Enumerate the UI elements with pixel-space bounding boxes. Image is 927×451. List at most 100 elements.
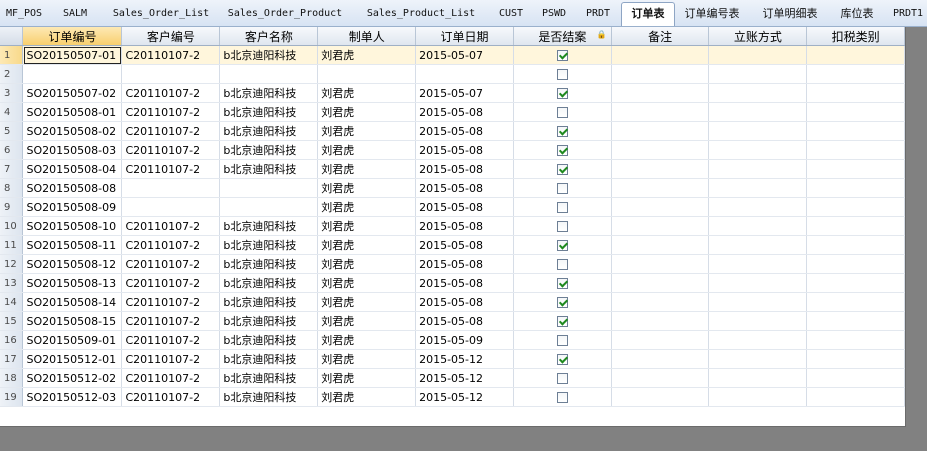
account-method-cell[interactable]	[708, 330, 808, 350]
table-row[interactable]: 8 SO20150508-08 刘君虎 2015-05-08	[0, 178, 905, 198]
order-date-cell[interactable]: 2015-05-09	[415, 330, 514, 350]
row-number[interactable]: 6	[0, 140, 24, 160]
account-method-cell[interactable]	[708, 368, 808, 388]
customer-name-cell[interactable]	[219, 178, 319, 198]
table-row[interactable]: 2	[0, 64, 905, 84]
order-number-cell[interactable]: SO20150508-08	[22, 178, 123, 198]
customer-number-cell[interactable]: C20110107-2	[121, 311, 221, 331]
unchecked-checkbox[interactable]	[556, 221, 568, 232]
customer-number-cell[interactable]: C20110107-2	[121, 121, 221, 141]
column-header-order-date[interactable]: 订单日期	[415, 27, 514, 46]
table-row[interactable]: 19 SO20150512-03 C20110107-2 b北京迪阳科技 刘君虎 2015…	[0, 387, 905, 407]
customer-name-cell[interactable]: b北京迪阳科技	[219, 159, 319, 179]
remarks-cell[interactable]	[611, 368, 710, 388]
tax-category-cell[interactable]	[806, 235, 905, 255]
order-date-cell[interactable]: 2015-05-08	[415, 102, 514, 122]
customer-name-cell[interactable]: b北京迪阳科技	[219, 140, 319, 160]
tax-category-cell[interactable]	[806, 273, 905, 293]
creator-cell[interactable]: 刘君虎	[317, 368, 417, 388]
order-number-cell[interactable]: SO20150507-02	[22, 83, 123, 103]
order-date-cell[interactable]: 2015-05-08	[415, 273, 514, 293]
creator-cell[interactable]: 刘君虎	[317, 235, 417, 255]
row-number[interactable]: 10	[0, 216, 24, 236]
order-date-cell[interactable]: 2015-05-12	[415, 349, 514, 369]
tax-category-cell[interactable]	[806, 64, 905, 84]
order-date-cell[interactable]: 2015-05-12	[415, 387, 514, 407]
tax-category-cell[interactable]	[806, 254, 905, 274]
customer-number-cell[interactable]: C20110107-2	[121, 254, 221, 274]
creator-cell[interactable]: 刘君虎	[317, 83, 417, 103]
remarks-cell[interactable]	[611, 140, 710, 160]
closed-cell[interactable]	[513, 83, 612, 103]
order-date-cell[interactable]: 2015-05-08	[415, 311, 514, 331]
row-number[interactable]: 17	[0, 349, 24, 369]
order-date-cell[interactable]: 2015-05-08	[415, 140, 514, 160]
row-number[interactable]: 5	[0, 121, 24, 141]
column-header-order-number[interactable]: 订单编号	[22, 27, 123, 46]
column-header-account-method[interactable]: 立账方式	[708, 27, 808, 46]
order-number-cell[interactable]: SO20150508-12	[22, 254, 123, 274]
creator-cell[interactable]: 刘君虎	[317, 292, 417, 312]
closed-cell[interactable]	[513, 216, 612, 236]
creator-cell[interactable]: 刘君虎	[317, 102, 417, 122]
tax-category-cell[interactable]	[806, 216, 905, 236]
table-row[interactable]: 1 SO20150507-01 C20110107-2 b北京迪阳科技 刘君虎 2015-…	[0, 45, 905, 65]
row-number[interactable]: 3	[0, 83, 24, 103]
row-number[interactable]: 1	[0, 45, 24, 65]
account-method-cell[interactable]	[708, 45, 808, 65]
row-number[interactable]: 16	[0, 330, 24, 350]
table-row[interactable]: 5 SO20150508-02 C20110107-2 b北京迪阳科技 刘君虎 2015-…	[0, 121, 905, 141]
closed-cell[interactable]	[513, 349, 612, 369]
customer-number-cell[interactable]: C20110107-2	[121, 102, 221, 122]
remarks-cell[interactable]	[611, 273, 710, 293]
customer-number-cell[interactable]: C20110107-2	[121, 216, 221, 236]
remarks-cell[interactable]	[611, 254, 710, 274]
creator-cell[interactable]: 刘君虎	[317, 140, 417, 160]
order-number-cell[interactable]: SO20150512-01	[22, 349, 123, 369]
closed-cell[interactable]	[513, 235, 612, 255]
customer-number-cell[interactable]: C20110107-2	[121, 273, 221, 293]
remarks-cell[interactable]	[611, 197, 710, 217]
order-number-cell[interactable]: SO20150512-03	[22, 387, 123, 407]
tax-category-cell[interactable]	[806, 387, 905, 407]
tax-category-cell[interactable]	[806, 159, 905, 179]
column-header-creator[interactable]: 制单人	[317, 27, 417, 46]
closed-cell[interactable]	[513, 121, 612, 141]
table-row[interactable]: 9 SO20150508-09 刘君虎 2015-05-08	[0, 197, 905, 217]
remarks-cell[interactable]	[611, 159, 710, 179]
order-number-cell[interactable]: SO20150508-10	[22, 216, 123, 236]
checked-checkbox[interactable]	[556, 297, 568, 308]
tab-order-detail-table[interactable]: 订单明细表	[754, 3, 826, 26]
order-number-cell[interactable]: SO20150508-03	[22, 140, 123, 160]
row-number[interactable]: 9	[0, 197, 24, 217]
remarks-cell[interactable]	[611, 292, 710, 312]
order-date-cell[interactable]: 2015-05-08	[415, 178, 514, 198]
order-date-cell[interactable]: 2015-05-07	[415, 83, 514, 103]
tax-category-cell[interactable]	[806, 83, 905, 103]
remarks-cell[interactable]	[611, 83, 710, 103]
order-date-cell[interactable]: 2015-05-08	[415, 254, 514, 274]
closed-cell[interactable]	[513, 273, 612, 293]
tab-sales-order-product[interactable]: Sales_Order_Product	[222, 3, 348, 26]
unchecked-checkbox[interactable]	[556, 392, 568, 403]
customer-name-cell[interactable]	[219, 64, 319, 84]
order-number-cell[interactable]: SO20150508-02	[22, 121, 123, 141]
order-date-cell[interactable]: 2015-05-08	[415, 121, 514, 141]
checked-checkbox[interactable]	[556, 278, 568, 289]
tab-order-number-table[interactable]: 订单编号表	[677, 3, 747, 26]
closed-cell[interactable]	[513, 197, 612, 217]
tax-category-cell[interactable]	[806, 197, 905, 217]
tab-order-table[interactable]: 订单表	[621, 2, 675, 26]
checked-checkbox[interactable]	[556, 145, 568, 156]
order-number-cell[interactable]: SO20150508-04	[22, 159, 123, 179]
column-header-closed[interactable]: 是否结案 🔒	[513, 27, 612, 46]
remarks-cell[interactable]	[611, 102, 710, 122]
remarks-cell[interactable]	[611, 235, 710, 255]
table-row[interactable]: 7 SO20150508-04 C20110107-2 b北京迪阳科技 刘君虎 2015-…	[0, 159, 905, 179]
creator-cell[interactable]: 刘君虎	[317, 121, 417, 141]
checked-checkbox[interactable]	[556, 354, 568, 365]
table-row[interactable]: 4 SO20150508-01 C20110107-2 b北京迪阳科技 刘君虎 2015-…	[0, 102, 905, 122]
tax-category-cell[interactable]	[806, 121, 905, 141]
customer-number-cell[interactable]: C20110107-2	[121, 387, 221, 407]
order-number-cell[interactable]: SO20150508-15	[22, 311, 123, 331]
